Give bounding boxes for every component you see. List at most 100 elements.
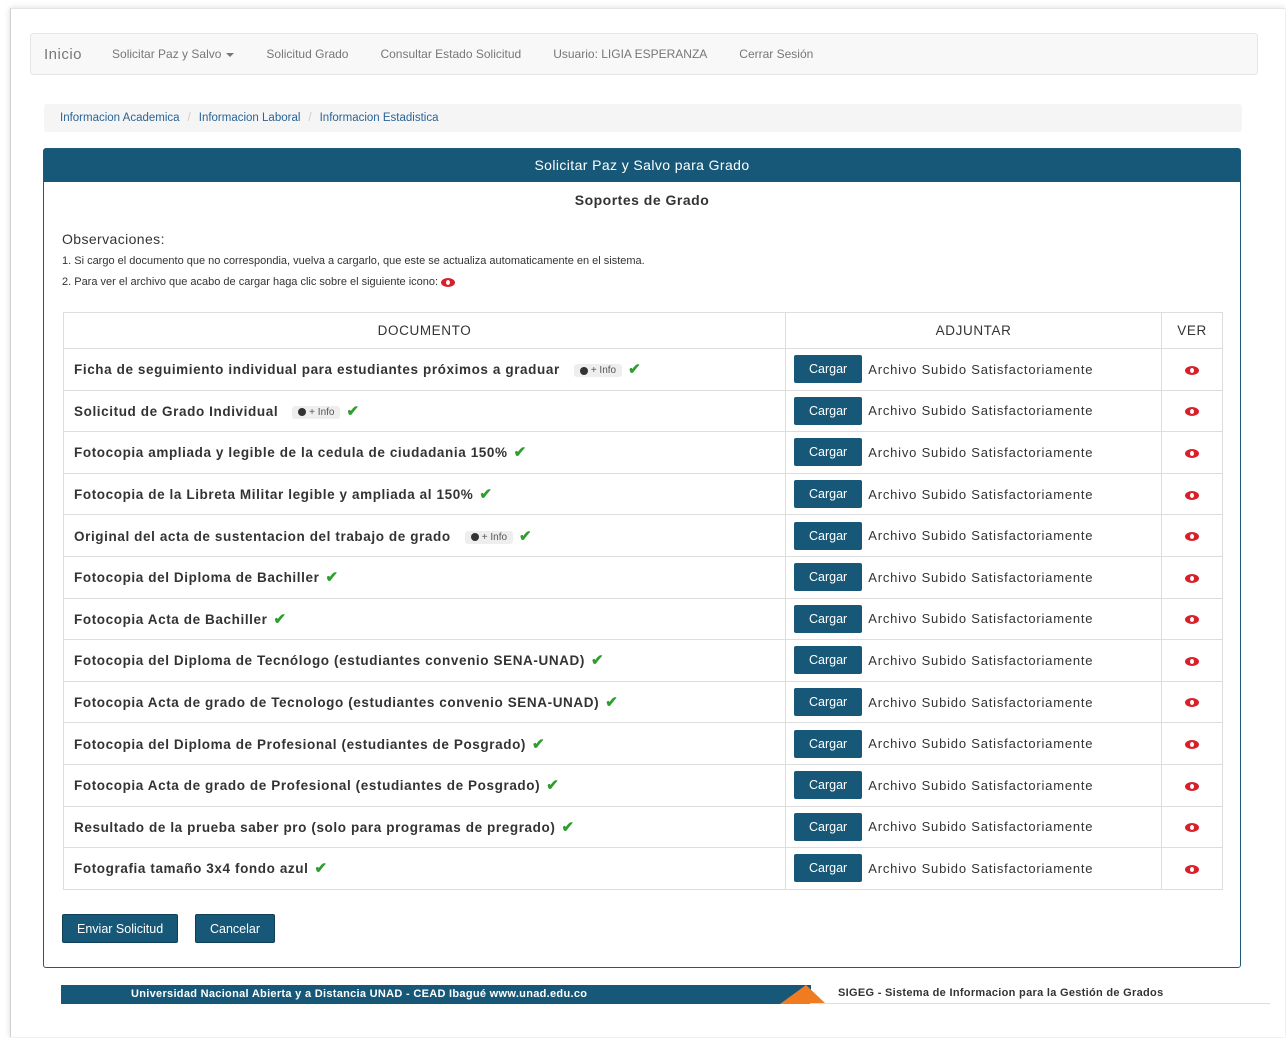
upload-status: Archivo Subido Satisfactoriamente (868, 652, 1094, 668)
more-info-badge[interactable]: + Info (464, 530, 514, 544)
eye-icon[interactable] (1185, 823, 1200, 833)
nav-solicitar-paz-y-salvo[interactable]: Solicitar Paz y Salvo (96, 47, 250, 61)
eye-icon[interactable] (1185, 656, 1200, 666)
document-name: Resultado de la prueba saber pro (solo p… (74, 819, 556, 835)
more-info-badge[interactable]: + Info (573, 364, 623, 378)
nav-consultar-estado[interactable]: Consultar Estado Solicitud (364, 47, 537, 61)
observation-line: 1. Si cargo el documento que no correspo… (62, 255, 645, 267)
upload-button[interactable]: Cargar (794, 355, 863, 384)
upload-button[interactable]: Cargar (794, 646, 863, 675)
upload-status: Archivo Subido Satisfactoriamente (868, 361, 1094, 377)
view-cell (1161, 431, 1223, 474)
info-icon (298, 408, 307, 417)
document-name: Fotocopia Acta de Bachiller (74, 611, 268, 627)
document-cell: Resultado de la prueba saber pro (solo p… (63, 805, 786, 849)
document-cell: Ficha de seguimiento individual para est… (63, 348, 786, 391)
more-info-label: + Info (590, 365, 617, 377)
document-name: Fotocopia Acta de grado de Profesional (… (74, 778, 541, 794)
eye-icon[interactable] (1185, 490, 1200, 500)
document-cell: Fotocopia Acta de Bachiller ✔ (63, 597, 786, 641)
upload-status: Archivo Subido Satisfactoriamente (868, 860, 1094, 876)
upload-button[interactable]: Cargar (794, 688, 863, 717)
table-row: Fotocopia del Diploma de Tecnólogo (estu… (63, 639, 1223, 682)
eye-icon[interactable] (1185, 407, 1200, 417)
view-cell (1161, 514, 1223, 557)
upload-status: Archivo Subido Satisfactoriamente (868, 611, 1094, 627)
header-documento: DOCUMENTO (63, 312, 786, 349)
table-row: Fotocopia Acta de Bachiller ✔ Cargar Archiv… (63, 597, 1223, 641)
document-name: Fotocopia del Diploma de Profesional (es… (74, 736, 527, 752)
panel-subtitle: Soportes de Grado (574, 192, 710, 208)
upload-button[interactable]: Cargar (794, 729, 863, 758)
upload-status: Archivo Subido Satisfactoriamente (868, 528, 1094, 544)
upload-button[interactable]: Cargar (794, 771, 863, 800)
more-info-label: + Info (481, 531, 508, 543)
checkmark-icon: ✔ (546, 777, 560, 795)
document-cell: Fotocopia ampliada y legible de la cedul… (63, 431, 786, 474)
breadcrumb-informacion-laboral[interactable]: Informacion Laboral (199, 112, 301, 124)
eye-icon[interactable] (1185, 365, 1200, 375)
more-info-badge[interactable]: + Info (292, 405, 341, 419)
attach-cell: Cargar Archivo Subido Satisfactoriamente (784, 472, 1163, 516)
document-cell: Solicitud de Grado Individual + Info ✔ (63, 389, 786, 433)
nav-solicitar-paz-y-salvo-label: Solicitar Paz y Salvo (112, 47, 222, 61)
breadcrumb-informacion-academica[interactable]: Informacion Academica (60, 112, 180, 124)
submit-request-button[interactable]: Enviar Solicitud (62, 914, 179, 943)
upload-status: Archivo Subido Satisfactoriamente (868, 777, 1094, 793)
table-row: Resultado de la prueba saber pro (solo p… (63, 805, 1223, 849)
checkmark-icon: ✔ (513, 444, 527, 462)
upload-button[interactable]: Cargar (794, 521, 863, 550)
observation-line-text: 2. Para ver el archivo que acabo de carg… (62, 276, 439, 288)
document-cell: Fotocopia Acta de grado de Tecnologo (es… (63, 680, 786, 724)
document-cell: Fotografia tamaño 3x4 fondo azul ✔ (63, 847, 786, 890)
nav-logout[interactable]: Cerrar Sesión (723, 47, 829, 61)
document-cell: Original del acta de sustentacion del tr… (63, 514, 786, 557)
cancel-button[interactable]: Cancelar (195, 914, 276, 943)
breadcrumb-separator: / (308, 112, 312, 124)
eye-icon (441, 277, 456, 287)
upload-button[interactable]: Cargar (794, 854, 863, 883)
upload-button[interactable]: Cargar (794, 563, 863, 592)
attach-cell: Cargar Archivo Subido Satisfactoriamente (784, 348, 1163, 391)
eye-icon[interactable] (1185, 573, 1200, 583)
upload-status: Archivo Subido Satisfactoriamente (868, 444, 1094, 460)
breadcrumb-informacion-estadistica[interactable]: Informacion Estadistica (320, 112, 439, 124)
document-name: Original del acta de sustentacion del tr… (74, 528, 451, 544)
document-name: Fotocopia del Diploma de Bachiller (74, 570, 320, 586)
footer-accent-shape (780, 985, 826, 1004)
eye-icon[interactable] (1185, 448, 1200, 458)
document-name: Fotocopia del Diploma de Tecnólogo (estu… (74, 653, 585, 669)
upload-status: Archivo Subido Satisfactoriamente (868, 819, 1094, 835)
document-cell: Fotocopia del Diploma de Profesional (es… (63, 722, 786, 765)
documents-table-body: Ficha de seguimiento individual para est… (63, 348, 1223, 890)
upload-button[interactable]: Cargar (794, 604, 863, 633)
panel-heading: Solicitar Paz y Salvo para Grado (44, 149, 1240, 182)
documents-table: DOCUMENTO ADJUNTAR VER Ficha de seguimie… (63, 312, 1223, 890)
nav-home-link[interactable]: Inicio (31, 46, 96, 63)
info-icon (579, 366, 588, 375)
upload-button[interactable]: Cargar (794, 480, 863, 509)
view-cell (1161, 348, 1223, 391)
table-row: Fotografia tamaño 3x4 fondo azul ✔ Cargar A… (63, 847, 1223, 890)
checkmark-icon: ✔ (325, 569, 339, 587)
eye-icon[interactable] (1185, 532, 1200, 542)
attach-cell: Cargar Archivo Subido Satisfactoriamente (784, 805, 1163, 849)
nav-solicitud-grado[interactable]: Solicitud Grado (250, 47, 364, 61)
upload-button[interactable]: Cargar (794, 812, 863, 841)
eye-icon[interactable] (1185, 615, 1200, 625)
attach-cell: Cargar Archivo Subido Satisfactoriamente (784, 389, 1163, 433)
checkmark-icon: ✔ (628, 361, 642, 379)
eye-icon[interactable] (1185, 740, 1200, 750)
eye-icon[interactable] (1185, 864, 1200, 874)
attach-cell: Cargar Archivo Subido Satisfactoriamente (784, 514, 1163, 557)
view-cell (1161, 639, 1223, 682)
upload-status: Archivo Subido Satisfactoriamente (868, 736, 1094, 752)
eye-icon[interactable] (1185, 781, 1200, 791)
view-cell (1161, 805, 1223, 849)
view-cell (1161, 472, 1223, 516)
upload-button[interactable]: Cargar (794, 438, 863, 467)
upload-button[interactable]: Cargar (794, 396, 863, 425)
top-navbar: Inicio Solicitar Paz y Salvo Solicitud G… (30, 33, 1258, 75)
nav-user-name[interactable]: Usuario: LIGIA ESPERANZA (537, 47, 723, 61)
eye-icon[interactable] (1185, 698, 1200, 708)
